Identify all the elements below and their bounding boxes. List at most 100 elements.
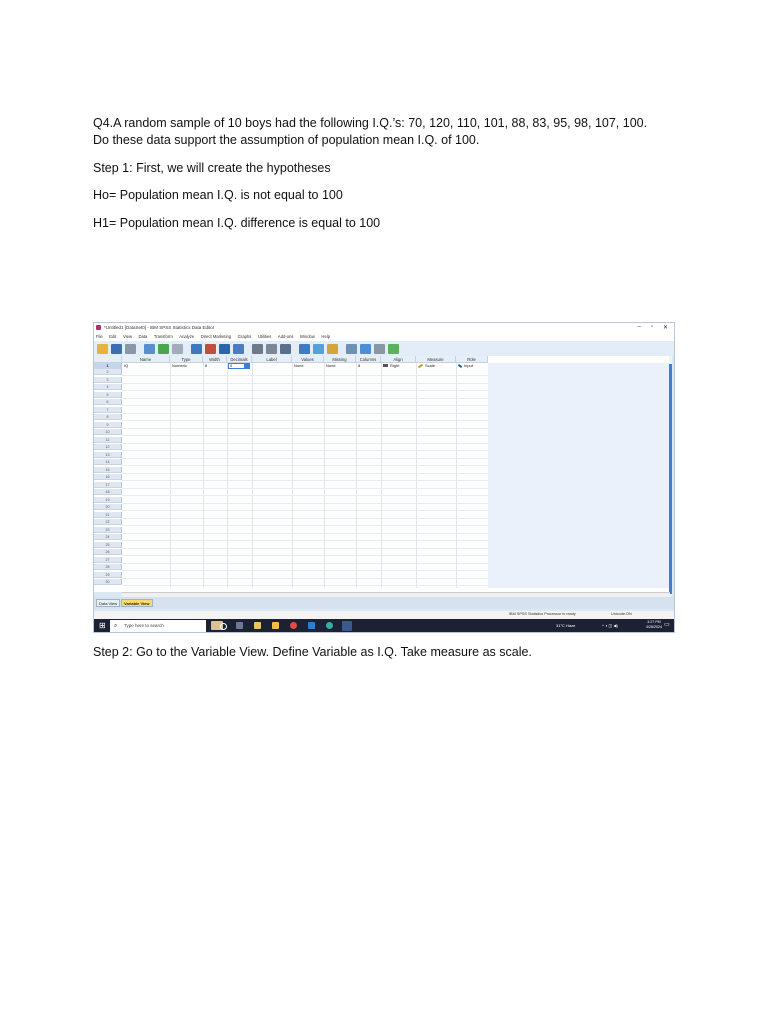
row-header[interactable]: 10: [94, 429, 122, 435]
open-folder-icon[interactable]: [97, 343, 108, 354]
menu-data[interactable]: Data: [136, 333, 151, 341]
spell-check-icon[interactable]: [374, 343, 385, 354]
tab-variable-view[interactable]: Variable View: [121, 599, 153, 607]
redo-icon[interactable]: [172, 343, 183, 354]
col-header-measure[interactable]: Measure: [416, 356, 456, 363]
dialog-recall-icon[interactable]: [144, 343, 155, 354]
row-header[interactable]: 6: [94, 399, 122, 405]
undo-icon[interactable]: [158, 343, 169, 354]
row-header[interactable]: 14: [94, 459, 122, 465]
row-header[interactable]: 11: [94, 436, 122, 443]
vertical-scrollbar[interactable]: [669, 356, 672, 596]
cell-values[interactable]: None: [294, 363, 304, 369]
use-sets-icon[interactable]: [346, 343, 357, 354]
col-header-type[interactable]: Type: [170, 356, 203, 363]
windows-start-icon[interactable]: ⊞: [99, 622, 106, 630]
row-header[interactable]: 24: [94, 534, 122, 540]
split-file-icon[interactable]: [280, 343, 291, 354]
col-header-values[interactable]: Values: [292, 356, 324, 363]
row-header[interactable]: 7: [94, 406, 122, 413]
variables-icon[interactable]: [219, 343, 230, 354]
row-header[interactable]: 29: [94, 571, 122, 578]
row-header[interactable]: 21: [94, 511, 122, 518]
goto-case-icon[interactable]: [191, 343, 202, 354]
scroll-thumb[interactable]: [669, 364, 672, 594]
row-header[interactable]: 18: [94, 489, 122, 495]
row-header[interactable]: 17: [94, 481, 122, 488]
maximize-button[interactable]: ▫: [651, 324, 653, 331]
tab-data-view[interactable]: Data View: [96, 599, 121, 607]
row-header[interactable]: 15: [94, 466, 122, 473]
minimize-button[interactable]: –: [637, 324, 640, 331]
system-tray-icons[interactable]: ^ ◑ ◫ ◀): [602, 623, 618, 628]
select-cases-icon[interactable]: [313, 343, 324, 354]
menu-file[interactable]: File: [94, 333, 107, 341]
col-header-columns[interactable]: Columns: [356, 356, 381, 363]
notification-icon[interactable]: ▭: [664, 622, 670, 629]
taskbar-clock[interactable]: 3:27 PM 4/28/2024: [646, 620, 662, 630]
cortana-icon[interactable]: [220, 623, 227, 630]
row-header[interactable]: 9: [94, 421, 122, 428]
col-header-missing[interactable]: Missing: [324, 356, 356, 363]
col-header-label[interactable]: Label: [252, 356, 292, 363]
task-view-icon[interactable]: [236, 622, 243, 629]
menu-transform[interactable]: Transform: [152, 333, 177, 341]
col-header-decimals[interactable]: Decimals: [227, 356, 252, 363]
menu-graphs[interactable]: Graphs: [236, 333, 256, 341]
row-header[interactable]: 16: [94, 474, 122, 480]
row-header[interactable]: 12: [94, 444, 122, 450]
insert-variable-icon[interactable]: [266, 343, 277, 354]
cell-align[interactable]: Right: [383, 363, 399, 369]
row-header[interactable]: 4: [94, 384, 122, 390]
cell-decimals[interactable]: 0: [228, 363, 250, 369]
spss-taskbar-icon[interactable]: [342, 621, 352, 631]
row-header[interactable]: 19: [94, 496, 122, 503]
row-header[interactable]: 27: [94, 556, 122, 563]
row-header[interactable]: 23: [94, 526, 122, 533]
menu-view[interactable]: View: [121, 333, 137, 341]
value-labels-icon[interactable]: [327, 343, 338, 354]
show-all-variables-icon[interactable]: [360, 343, 371, 354]
row-header[interactable]: 20: [94, 504, 122, 510]
taskbar-search[interactable]: ⌕ Type here to search: [110, 620, 206, 632]
spinner-icon[interactable]: [244, 364, 249, 368]
cell-role[interactable]: Input: [457, 363, 473, 369]
menu-window[interactable]: Window: [298, 333, 319, 341]
menu-help[interactable]: Help: [319, 333, 334, 341]
menu-direct-marketing[interactable]: Direct Marketing: [199, 333, 236, 341]
row-header[interactable]: 22: [94, 519, 122, 525]
row-header[interactable]: 2: [94, 369, 122, 375]
menu-add-ons[interactable]: Add-ons: [276, 333, 298, 341]
row-header[interactable]: 28: [94, 564, 122, 570]
row-header[interactable]: 13: [94, 451, 122, 458]
cell-missing[interactable]: None: [326, 363, 336, 369]
weather-widget[interactable]: 31°C Haze: [556, 623, 575, 628]
abc-icon[interactable]: [388, 343, 399, 354]
save-icon[interactable]: [111, 343, 122, 354]
row-header[interactable]: 5: [94, 391, 122, 398]
edge-icon[interactable]: [326, 622, 333, 629]
find-icon[interactable]: [252, 343, 263, 354]
cell-type[interactable]: Numeric: [172, 363, 187, 369]
menu-utilities[interactable]: Utilities: [256, 333, 276, 341]
cell-measure[interactable]: Scale: [417, 363, 435, 369]
cell-width[interactable]: 8: [205, 363, 207, 369]
print-icon[interactable]: [125, 343, 136, 354]
chrome-icon[interactable]: [290, 622, 297, 629]
file-explorer-icon[interactable]: [254, 622, 261, 629]
col-header-align[interactable]: Align: [381, 356, 416, 363]
goto-variable-icon[interactable]: [205, 343, 216, 354]
col-header-width[interactable]: Width: [203, 356, 227, 363]
row-header[interactable]: 3: [94, 376, 122, 383]
cell-columns[interactable]: 8: [358, 363, 360, 369]
col-header-name[interactable]: Name: [122, 356, 170, 363]
row-header[interactable]: 8: [94, 414, 122, 420]
close-button[interactable]: ✕: [663, 324, 668, 331]
col-header-role[interactable]: Role: [456, 356, 488, 363]
folder-icon[interactable]: [272, 622, 279, 629]
row-header[interactable]: 26: [94, 549, 122, 555]
cell-name[interactable]: IQ: [124, 363, 128, 369]
menu-edit[interactable]: Edit: [107, 333, 121, 341]
store-icon[interactable]: [308, 622, 315, 629]
insert-cases-icon[interactable]: [233, 343, 244, 354]
